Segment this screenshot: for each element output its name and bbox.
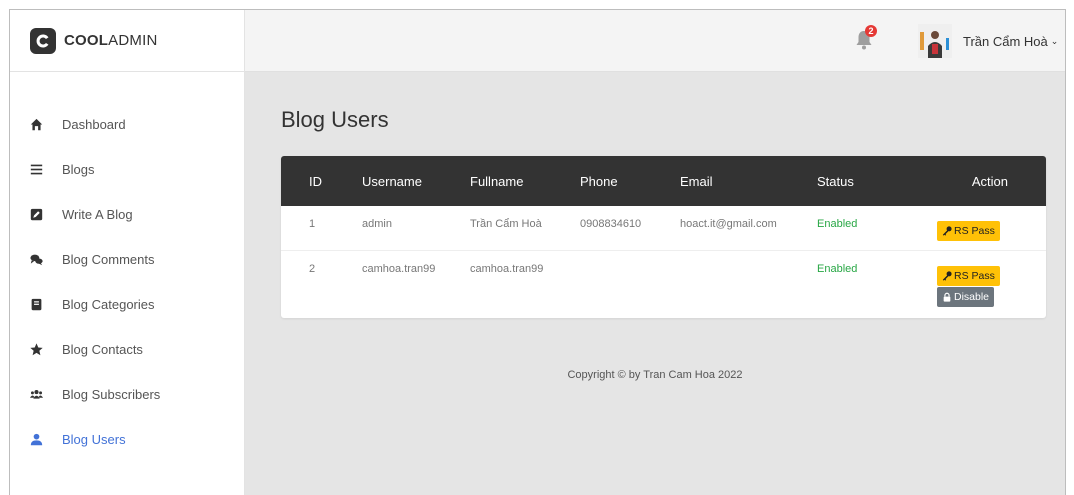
users-table-card: ID Username Fullname Phone Email Status … <box>281 156 1046 318</box>
cell-status: Enabled <box>817 262 858 275</box>
footer-copyright: Copyright © by Tran Cam Hoa 2022 <box>567 369 743 381</box>
app-window: COOLADMIN Dashboard Blogs Write A Blog B… <box>9 9 1066 495</box>
user-icon <box>28 432 44 448</box>
logo-text: COOLADMIN <box>64 32 157 49</box>
top-header: 2 Trần Cẩm Hoà ⌄ <box>245 10 1065 72</box>
sidebar-item-label: Dashboard <box>62 117 126 132</box>
reset-password-button[interactable]: RS Pass <box>937 221 1000 241</box>
avatar <box>918 24 952 58</box>
sidebar-item-blogs[interactable]: Blogs <box>10 147 244 192</box>
star-icon <box>28 342 44 358</box>
cell-username: camhoa.tran99 <box>362 262 436 275</box>
key-icon <box>942 226 952 236</box>
column-header-email: Email <box>680 173 713 189</box>
sidebar-item-label: Blogs <box>62 162 95 177</box>
cell-status: Enabled <box>817 218 858 230</box>
sidebar-item-blog-users[interactable]: Blog Users <box>10 417 244 462</box>
key-icon <box>942 270 952 281</box>
sidebar-item-label: Blog Comments <box>62 252 155 267</box>
cell-actions: RS Pass <box>927 206 1046 250</box>
sidebar-item-label: Blog Users <box>62 432 126 447</box>
edit-icon <box>28 207 44 223</box>
cell-phone: 0908834610 <box>580 218 642 230</box>
main-content: Blog Users ID Username Fullname Phone Em… <box>245 72 1065 495</box>
column-header-action: Action <box>971 173 1008 189</box>
book-icon <box>28 297 44 313</box>
reset-password-button[interactable]: RS Pass <box>937 265 1000 286</box>
table-header: ID Username Fullname Phone Email Status … <box>281 156 1046 206</box>
cell-id: 1 <box>309 218 316 230</box>
logo-badge-icon <box>30 27 56 54</box>
user-menu[interactable]: Trần Cẩm Hoà ⌄ <box>918 24 1058 58</box>
sidebar-item-write-a-blog[interactable]: Write A Blog <box>10 192 244 237</box>
sidebar-item-blog-comments[interactable]: Blog Comments <box>10 237 244 282</box>
sidebar-menu: Dashboard Blogs Write A Blog Blog Commen… <box>10 72 244 462</box>
comments-icon <box>28 252 44 268</box>
table-body: 1 admin Trần Cẩm Hoà 0908834610 hoact.it… <box>281 206 1046 318</box>
cell-phone <box>580 250 680 318</box>
sidebar: COOLADMIN Dashboard Blogs Write A Blog B… <box>10 10 245 495</box>
cell-id: 2 <box>309 262 316 275</box>
avatar-image <box>918 24 952 58</box>
sidebar-item-label: Blog Contacts <box>62 342 143 357</box>
disable-label: Disable <box>954 290 990 303</box>
action-group: RS Pass Disable <box>927 263 1046 307</box>
column-header-id: ID <box>309 173 322 189</box>
action-group: RS Pass <box>927 218 1046 241</box>
users-table: ID Username Fullname Phone Email Status … <box>281 156 1046 318</box>
sidebar-item-blog-contacts[interactable]: Blog Contacts <box>10 327 244 372</box>
column-header-username: Username <box>362 173 422 189</box>
logo[interactable]: COOLADMIN <box>10 10 244 72</box>
cell-username: admin <box>362 218 392 230</box>
notifications-button[interactable]: 2 <box>855 25 877 53</box>
list-icon <box>28 162 44 178</box>
table-row: 1 admin Trần Cẩm Hoà 0908834610 hoact.it… <box>281 206 1046 250</box>
logo-text-light: ADMIN <box>108 32 158 49</box>
cell-fullname: camhoa.tran99 <box>470 262 544 275</box>
sidebar-item-label: Blog Subscribers <box>62 387 161 402</box>
table-row: 2 camhoa.tran99 camhoa.tran99 Enabled RS… <box>281 250 1046 318</box>
reset-password-label: RS Pass <box>954 225 995 237</box>
users-icon <box>28 387 44 403</box>
logo-text-bold: COOL <box>64 32 109 49</box>
cell-fullname: Trần Cẩm Hoà <box>470 218 542 230</box>
user-name: Trần Cẩm Hoà <box>963 33 1048 49</box>
notification-badge: 2 <box>865 25 877 37</box>
column-header-phone: Phone <box>580 173 618 189</box>
sidebar-item-dashboard[interactable]: Dashboard <box>10 102 244 147</box>
column-header-fullname: Fullname <box>470 173 524 189</box>
sidebar-item-blog-subscribers[interactable]: Blog Subscribers <box>10 372 244 417</box>
chevron-down-icon: ⌄ <box>1050 35 1059 46</box>
page-title: Blog Users <box>281 107 389 132</box>
sidebar-item-blog-categories[interactable]: Blog Categories <box>10 282 244 327</box>
home-icon <box>28 117 44 133</box>
column-header-status: Status <box>817 173 854 189</box>
reset-password-label: RS Pass <box>954 269 995 282</box>
cell-email <box>680 250 817 318</box>
table-header-row: ID Username Fullname Phone Email Status … <box>281 156 1046 206</box>
cell-email: hoact.it@gmail.com <box>680 218 777 230</box>
sidebar-item-label: Blog Categories <box>62 297 155 312</box>
lock-icon <box>943 292 951 302</box>
cell-actions: RS Pass Disable <box>927 250 1046 318</box>
disable-user-button[interactable]: Disable <box>937 286 995 307</box>
sidebar-item-label: Write A Blog <box>62 207 133 222</box>
